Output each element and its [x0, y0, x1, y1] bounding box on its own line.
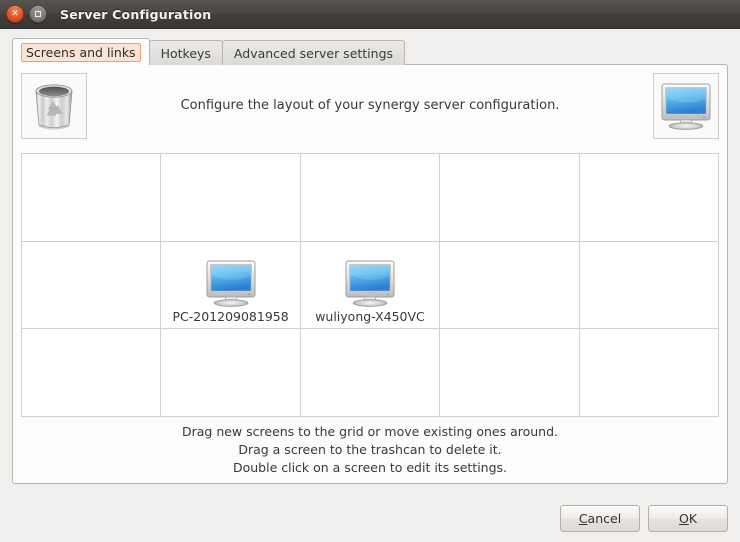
- trashcan-drop-target[interactable]: [21, 73, 87, 139]
- maximize-glyph: [30, 6, 46, 22]
- hint-line-1: Drag new screens to the grid or move exi…: [181, 424, 559, 439]
- window-title: Server Configuration: [60, 6, 212, 22]
- panel-header-caption: Configure the layout of your synergy ser…: [180, 97, 560, 113]
- monitor-icon: [206, 260, 256, 308]
- dialog-button-bar: Cancel OK: [560, 505, 728, 532]
- tab-screens-and-links[interactable]: Screens and links: [12, 38, 150, 65]
- ok-button[interactable]: OK: [648, 505, 728, 532]
- screen-name-label: wuliyong-X450VC: [315, 309, 425, 325]
- tab-bar: Screens and links Hotkeys Advanced serve…: [12, 38, 406, 65]
- grid-cell[interactable]: [579, 241, 719, 330]
- cancel-button[interactable]: Cancel: [560, 505, 640, 532]
- cancel-button-mnemonic: C: [578, 511, 588, 526]
- grid-cell[interactable]: [579, 329, 719, 417]
- tab-advanced-server-settings-label: Advanced server settings: [233, 45, 394, 61]
- cancel-button-label: ancel: [587, 511, 622, 526]
- grid-cell[interactable]: [22, 154, 162, 242]
- trashcan-icon: [35, 84, 73, 130]
- close-glyph: ✕: [11, 8, 19, 19]
- new-screen-source[interactable]: [653, 73, 719, 139]
- server-configuration-window: ✕ Server Configuration Screens and links…: [0, 0, 740, 542]
- screen-layout-grid[interactable]: PC-201209081958 wuliyong-X450VC: [21, 153, 719, 417]
- grid-cell[interactable]: [22, 329, 162, 417]
- grid-cell[interactable]: [161, 329, 301, 417]
- monitor-icon: [661, 83, 711, 130]
- hint-text-block: Drag new screens to the grid or move exi…: [13, 423, 727, 477]
- titlebar: ✕ Server Configuration: [0, 0, 740, 29]
- tab-hotkeys-label: Hotkeys: [160, 45, 211, 61]
- ok-button-mnemonic: O: [678, 511, 689, 526]
- maximize-icon[interactable]: [29, 5, 47, 23]
- ok-button-label: K: [688, 511, 698, 526]
- grid-cell-screen[interactable]: wuliyong-X450VC: [300, 241, 441, 330]
- grid-cell[interactable]: [22, 241, 162, 330]
- screen-item[interactable]: PC-201209081958: [161, 259, 299, 324]
- grid-cell-screen[interactable]: PC-201209081958: [161, 241, 301, 330]
- grid-cell[interactable]: [579, 154, 719, 242]
- panel-header: Configure the layout of your synergy ser…: [13, 65, 727, 145]
- hint-line-2: Drag a screen to the trashcan to delete …: [238, 442, 502, 457]
- grid-cell[interactable]: [161, 154, 301, 242]
- grid-cell[interactable]: [300, 154, 441, 242]
- hint-line-3: Double click on a screen to edit its set…: [232, 460, 508, 475]
- tab-hotkeys[interactable]: Hotkeys: [148, 40, 223, 65]
- screen-item[interactable]: wuliyong-X450VC: [301, 259, 439, 324]
- tab-screens-and-links-label: Screens and links: [21, 42, 141, 62]
- monitor-icon: [345, 260, 395, 308]
- grid-cell[interactable]: [440, 329, 580, 417]
- grid-cell[interactable]: [440, 241, 580, 330]
- grid-cell[interactable]: [440, 154, 580, 242]
- tab-advanced-server-settings[interactable]: Advanced server settings: [221, 40, 406, 65]
- screens-and-links-panel: Configure the layout of your synergy ser…: [12, 64, 728, 484]
- screen-name-label: PC-201209081958: [172, 309, 289, 325]
- grid-cell[interactable]: [300, 329, 441, 417]
- close-icon[interactable]: ✕: [6, 5, 24, 23]
